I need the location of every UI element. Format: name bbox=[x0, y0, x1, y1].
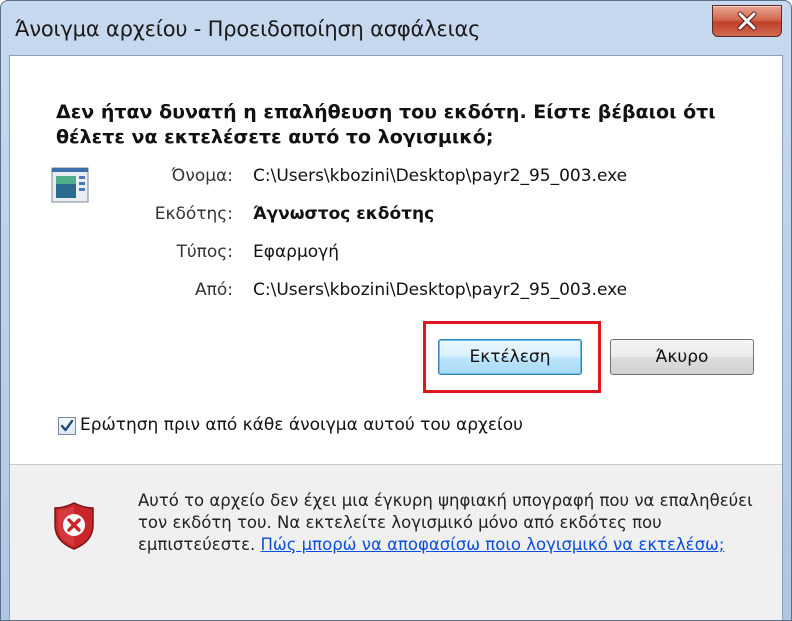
field-value-type: Εφαρμογή bbox=[253, 242, 340, 262]
field-label-publisher: Εκδότης: bbox=[154, 204, 233, 224]
ask-before-open-label[interactable]: Ερώτηση πριν από κάθε άνοιγμα αυτού του … bbox=[80, 415, 523, 435]
field-value-name: C:\Users\kbozini\Desktop\payr2_95_003.ex… bbox=[253, 166, 628, 186]
security-shield-icon bbox=[52, 501, 96, 551]
security-warning-dialog: Άνοιγμα αρχείου - Προειδοποίηση ασφάλεια… bbox=[0, 0, 792, 621]
ask-before-open-checkbox[interactable] bbox=[58, 417, 76, 435]
close-icon bbox=[713, 6, 781, 36]
title-bar[interactable]: Άνοιγμα αρχείου - Προειδοποίηση ασφάλεια… bbox=[1, 1, 791, 55]
field-label-name: Όνομα: bbox=[171, 166, 233, 186]
field-value-from: C:\Users\kbozini\Desktop\payr2_95_003.ex… bbox=[253, 280, 628, 300]
run-button[interactable]: Εκτέλεση bbox=[438, 339, 582, 375]
field-label-type: Τύπος: bbox=[176, 242, 233, 262]
close-button[interactable] bbox=[712, 5, 782, 37]
dialog-body: Δεν ήταν δυνατή η επαλήθευση του εκδότη.… bbox=[9, 55, 783, 620]
checkmark-icon bbox=[60, 419, 74, 432]
footer-message: Αυτό το αρχείο δεν έχει μια έγκυρη ψηφια… bbox=[138, 490, 758, 556]
window-title: Άνοιγμα αρχείου - Προειδοποίηση ασφάλεια… bbox=[15, 17, 481, 41]
cancel-button[interactable]: Άκυρο bbox=[610, 339, 754, 375]
application-icon bbox=[50, 164, 94, 208]
field-label-from: Από: bbox=[195, 280, 233, 300]
warning-heading: Δεν ήταν δυνατή η επαλήθευση του εκδότη.… bbox=[56, 101, 716, 148]
help-link[interactable]: Πώς μπορώ να αποφασίσω ποιο λογισμικό να… bbox=[261, 535, 725, 554]
field-value-publisher: Άγνωστος εκδότης bbox=[253, 204, 435, 224]
